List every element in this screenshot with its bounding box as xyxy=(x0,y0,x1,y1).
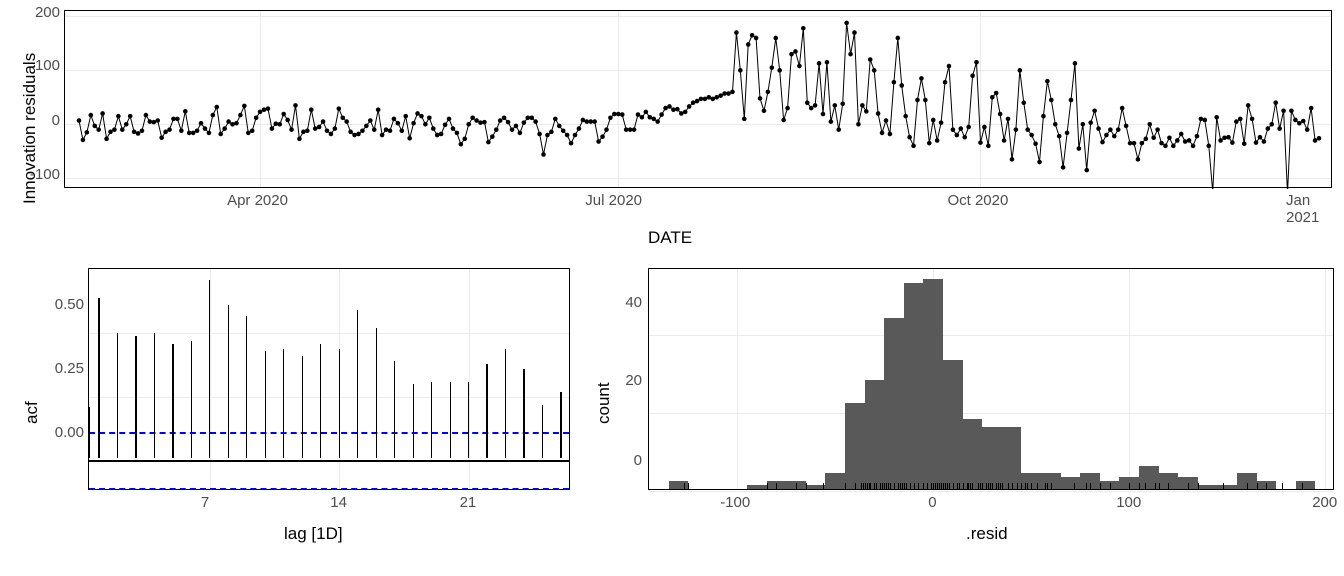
acf-ci-lower xyxy=(89,488,569,490)
hist-xtick-100: 100 xyxy=(1116,494,1141,511)
top-ytick-n100: -100 xyxy=(12,166,60,183)
acf-plot-area xyxy=(88,268,570,490)
hist-panel: count .resid 40 20 0 -100 0 100 200 xyxy=(576,254,1340,576)
hist-xtick-n100: -100 xyxy=(720,494,750,511)
hist-x-axis-label: .resid xyxy=(966,524,1008,544)
residuals-plot-area xyxy=(64,10,1332,188)
hist-ytick-20: 20 xyxy=(612,372,642,389)
hist-plot-area xyxy=(648,268,1334,490)
top-xtick-jan: Jan 2021 xyxy=(1286,192,1340,226)
hist-xtick-0: 0 xyxy=(928,494,936,511)
acf-ytick-050: 0.50 xyxy=(36,296,84,313)
top-ytick-0: 0 xyxy=(12,112,60,129)
hist-y-axis-label: count xyxy=(594,382,614,424)
acf-ytick-000: 0.00 xyxy=(36,424,84,441)
acf-xtick-7: 7 xyxy=(201,494,209,511)
hist-ytick-40: 40 xyxy=(612,294,642,311)
top-x-axis-label: DATE xyxy=(648,228,692,248)
top-xtick-apr: Apr 2020 xyxy=(227,192,288,209)
hist-xtick-200: 200 xyxy=(1312,494,1337,511)
residuals-timeseries-panel: Innovation residuals DATE 200 100 0 -100… xyxy=(4,4,1340,250)
acf-panel: acf lag [1D] 0.50 0.25 0.00 7 14 21 xyxy=(4,254,576,576)
top-xtick-jul: Jul 2020 xyxy=(585,192,642,209)
acf-xtick-21: 21 xyxy=(460,494,477,511)
acf-xtick-14: 14 xyxy=(330,494,347,511)
acf-y-axis-label: acf xyxy=(22,401,42,424)
acf-x-axis-label: lag [1D] xyxy=(284,524,343,544)
hist-ytick-0: 0 xyxy=(612,452,642,469)
top-ytick-200: 200 xyxy=(12,4,60,21)
acf-ci-upper xyxy=(89,432,569,434)
acf-ytick-025: 0.25 xyxy=(36,360,84,377)
top-ytick-100: 100 xyxy=(12,57,60,74)
top-xtick-oct: Oct 2020 xyxy=(947,192,1008,209)
